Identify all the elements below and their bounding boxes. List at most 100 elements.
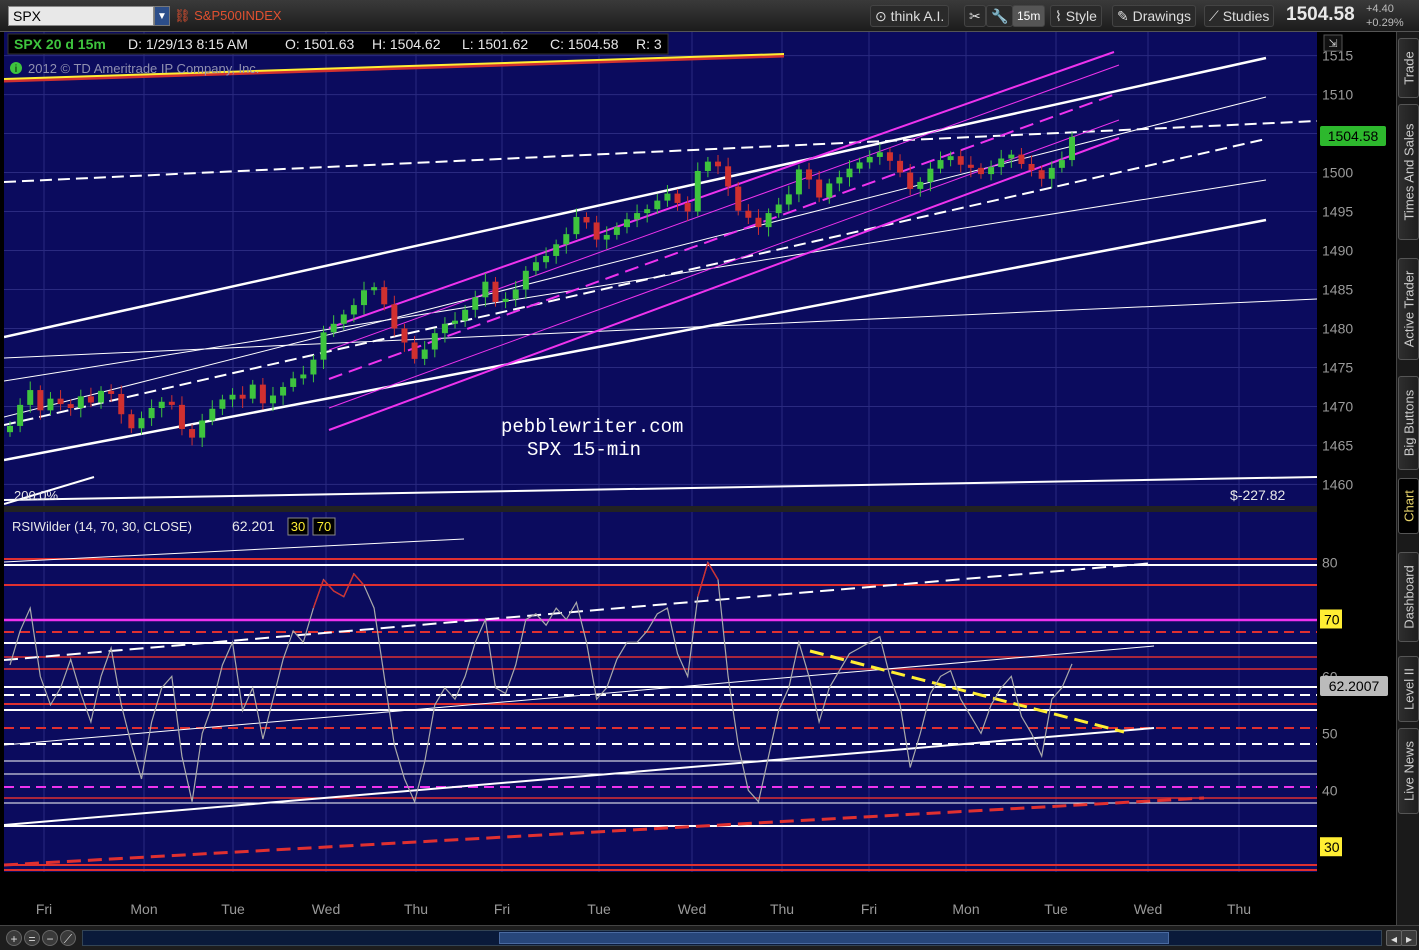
bar-close: C: 1504.58 — [550, 36, 619, 52]
time-tick-label: Fri — [494, 901, 510, 917]
candle-body — [715, 161, 721, 167]
candle-body — [330, 323, 337, 333]
scroll-thumb[interactable] — [499, 932, 1169, 944]
candle-body — [522, 270, 529, 290]
candle-body — [259, 384, 266, 404]
studies-button[interactable]: ⟋ Studies — [1204, 5, 1275, 27]
side-panel-tabs: Trade Times And Sales Active Trader Big … — [1396, 32, 1419, 925]
candle-body — [229, 394, 236, 400]
candle-body — [371, 287, 378, 291]
style-button[interactable]: ⌇ Style — [1050, 5, 1102, 27]
candle-body — [573, 216, 580, 235]
trading-platform-window: SPX ▼ ⛓ S&P500INDEX ⊙ think A.I. ✂ 🔧 15m… — [0, 0, 1419, 950]
time-tick-label: Fri — [36, 901, 52, 917]
candle-body — [320, 332, 327, 360]
tab-dashboard-label: Dashboard — [1401, 565, 1416, 629]
time-tick-label: Wed — [312, 901, 341, 917]
bar-open: O: 1501.63 — [285, 36, 354, 52]
candle-body — [795, 169, 802, 195]
candle-body — [300, 374, 307, 379]
candle-body — [87, 396, 94, 403]
rsi-tick-label: 30 — [1324, 839, 1340, 855]
candle-body — [219, 399, 226, 409]
candle-body — [623, 219, 630, 228]
think-ai-icon: ⊙ — [875, 8, 887, 24]
candle-body — [350, 305, 357, 315]
zoom-in-icon[interactable]: + — [6, 930, 22, 946]
tab-live-news[interactable]: Live News — [1398, 728, 1419, 814]
tab-times-and-sales[interactable]: Times And Sales — [1398, 104, 1419, 240]
candle-body — [199, 420, 206, 438]
price-tick-label: 1460 — [1322, 476, 1353, 492]
candle-body — [178, 404, 185, 430]
candle-body — [77, 396, 84, 408]
candle-body — [856, 162, 863, 169]
drawing-cursor-icon[interactable]: ⟋ — [60, 930, 76, 946]
candle-body — [846, 168, 853, 178]
chart-area[interactable]: 1515151015051500149514901485148014751470… — [4, 32, 1394, 925]
symbol-input[interactable]: SPX — [8, 6, 154, 26]
candle-body — [168, 401, 175, 405]
candle-body — [138, 418, 145, 429]
candle-body — [917, 181, 924, 189]
candle-body — [98, 390, 105, 403]
interval-button[interactable]: 15m — [1012, 5, 1046, 27]
candle-body — [755, 217, 762, 228]
candle-body — [836, 177, 843, 184]
pane-separator[interactable] — [4, 506, 1317, 512]
tab-dashboard[interactable]: Dashboard — [1398, 552, 1419, 642]
candle-body — [280, 386, 287, 396]
candle-body — [128, 414, 135, 429]
tab-active-trader[interactable]: Active Trader — [1398, 258, 1419, 360]
pencil-icon: ✎ — [1117, 8, 1129, 24]
price-axis[interactable] — [1317, 32, 1394, 506]
candle-body — [634, 213, 641, 220]
rsi-overbought-value: 70 — [317, 519, 331, 534]
tab-chart[interactable]: Chart — [1398, 478, 1419, 534]
settings-button[interactable]: 🔧 — [986, 5, 1014, 27]
candle-body — [421, 349, 428, 359]
bar-date: D: 1/29/13 8:15 AM — [128, 36, 248, 52]
chart-canvas[interactable]: 1515151015051500149514901485148014751470… — [4, 32, 1394, 925]
scroll-left-icon[interactable]: ◂ — [1386, 930, 1402, 946]
tools-button[interactable]: ✂ — [964, 5, 986, 27]
candle-body — [118, 393, 125, 415]
time-scrollbar[interactable] — [82, 930, 1382, 946]
drawings-button[interactable]: ✎ Drawings — [1112, 5, 1196, 27]
candle-body — [290, 378, 297, 387]
candle-body — [806, 169, 813, 180]
zoom-out-icon[interactable]: − — [42, 930, 58, 946]
candle-body — [674, 193, 681, 203]
rsi-tick-label: 70 — [1324, 611, 1340, 627]
candle-body — [775, 204, 782, 214]
candle-body — [492, 281, 499, 302]
candle-body — [876, 152, 883, 157]
rsi-tick-label: 50 — [1322, 725, 1338, 741]
scroll-right-icon[interactable]: ▸ — [1401, 930, 1417, 946]
candle-body — [27, 390, 34, 405]
symbol-dropdown-button[interactable]: ▼ — [154, 6, 170, 26]
tab-big-buttons[interactable]: Big Buttons — [1398, 376, 1419, 470]
think-ai-button[interactable]: ⊙ think A.I. — [870, 5, 950, 27]
candle-body — [158, 401, 165, 408]
candle-body — [977, 167, 984, 175]
candle-body — [907, 172, 914, 189]
tab-level-ii-label: Level II — [1401, 668, 1416, 710]
candle-body — [502, 298, 509, 302]
zoom-reset-icon[interactable]: = — [24, 930, 40, 946]
candle-body — [866, 156, 873, 163]
current-price-tag-text: 1504.58 — [1328, 128, 1379, 144]
tab-level-ii[interactable]: Level II — [1398, 656, 1419, 722]
tools-icon: ✂ — [969, 8, 981, 24]
tab-active-trader-label: Active Trader — [1401, 270, 1416, 348]
candle-body — [381, 287, 388, 305]
watermark-line1: pebblewriter.com — [501, 416, 683, 438]
bar-range: R: 3 — [636, 36, 662, 52]
time-tick-label: Tue — [221, 901, 245, 917]
rsi-study-label[interactable]: RSIWilder (14, 70, 30, CLOSE) — [12, 519, 192, 534]
candle-body — [543, 255, 550, 263]
style-icon: ⌇ — [1055, 8, 1062, 24]
candle-body — [340, 314, 347, 324]
tab-trade[interactable]: Trade — [1398, 38, 1419, 98]
candle-body — [431, 333, 438, 350]
